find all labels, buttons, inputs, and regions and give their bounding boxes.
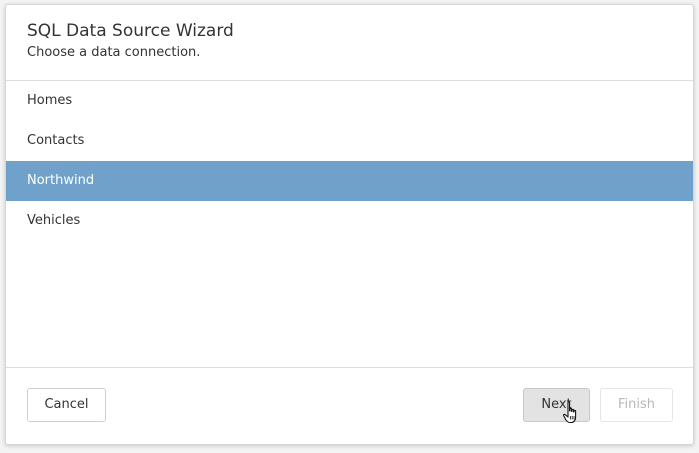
finish-button: Finish [600,388,673,422]
connection-item-homes[interactable]: Homes [6,81,693,121]
connection-item-northwind[interactable]: Northwind [6,161,693,201]
hand-pointer-icon [562,401,577,424]
wizard-title: SQL Data Source Wizard [27,21,234,41]
cancel-button[interactable]: Cancel [27,388,106,422]
wizard-footer: Cancel Next Finish [6,368,693,444]
sql-data-source-wizard-dialog: SQL Data Source Wizard Choose a data con… [5,4,694,445]
connection-item-contacts[interactable]: Contacts [6,121,693,161]
wizard-header: SQL Data Source Wizard Choose a data con… [6,5,693,81]
connection-list[interactable]: Homes Contacts Northwind Vehicles [6,81,693,368]
connection-item-vehicles[interactable]: Vehicles [6,201,693,241]
wizard-subtitle: Choose a data connection. [27,45,201,60]
